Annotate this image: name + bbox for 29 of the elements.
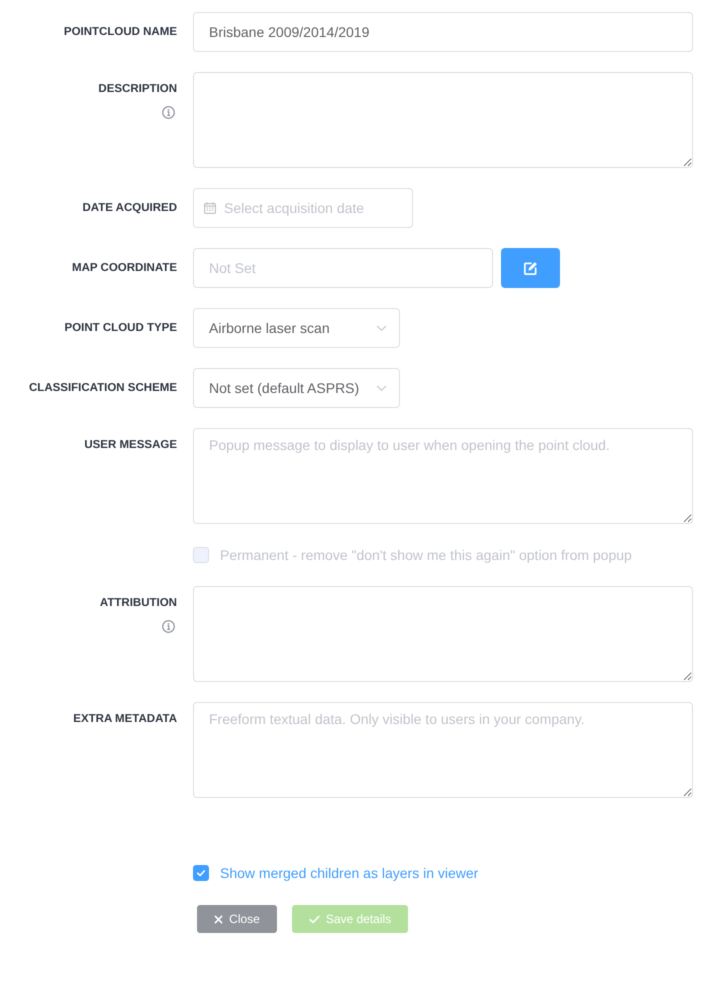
dropdown-select[interactable]: Airborne laser scan (193, 308, 400, 348)
field-label: DATE ACQUIRED (82, 201, 177, 216)
close-icon (214, 914, 224, 924)
chevron-down-icon (376, 384, 387, 392)
info-icon[interactable] (162, 620, 175, 633)
field-label: CLASSIFICATION SCHEME (28, 381, 177, 396)
name-input[interactable]: Brisbane 2009/2014/2019 (193, 12, 693, 52)
checkbox-label: Permanent - remove "don't show me this again" option from popup (220, 547, 632, 563)
field-label: DESCRIPTION (98, 82, 177, 97)
chevron-down-icon (376, 324, 387, 332)
checkbox-label: Show merged children as layers in viewer (220, 865, 478, 881)
text-area[interactable]: Popup message to display to user when opening the point cloud. (193, 428, 693, 524)
info-icon[interactable] (162, 106, 175, 119)
edit-button[interactable] (501, 248, 560, 288)
field-label: POINT CLOUD TYPE (64, 321, 177, 336)
date-input[interactable]: Select acquisition date (193, 188, 413, 228)
calendar-icon (204, 202, 216, 214)
field-label: USER MESSAGE (84, 438, 177, 453)
field-label: EXTRA METADATA (73, 712, 177, 727)
check-icon (308, 914, 320, 924)
close-button[interactable]: Close (197, 905, 277, 933)
field-label: MAP COORDINATE (72, 261, 177, 276)
field-label: ATTRIBUTION (100, 596, 177, 611)
coordinate-input[interactable]: Not Set (193, 248, 493, 288)
dropdown-select[interactable]: Not set (default ASPRS) (193, 368, 400, 408)
text-area[interactable]: Freeform textual data. Only visible to users in your company. (193, 702, 693, 798)
pencil-icon (523, 260, 538, 276)
field-label: POINTCLOUD NAME (64, 25, 177, 40)
checkbox[interactable] (193, 865, 209, 881)
